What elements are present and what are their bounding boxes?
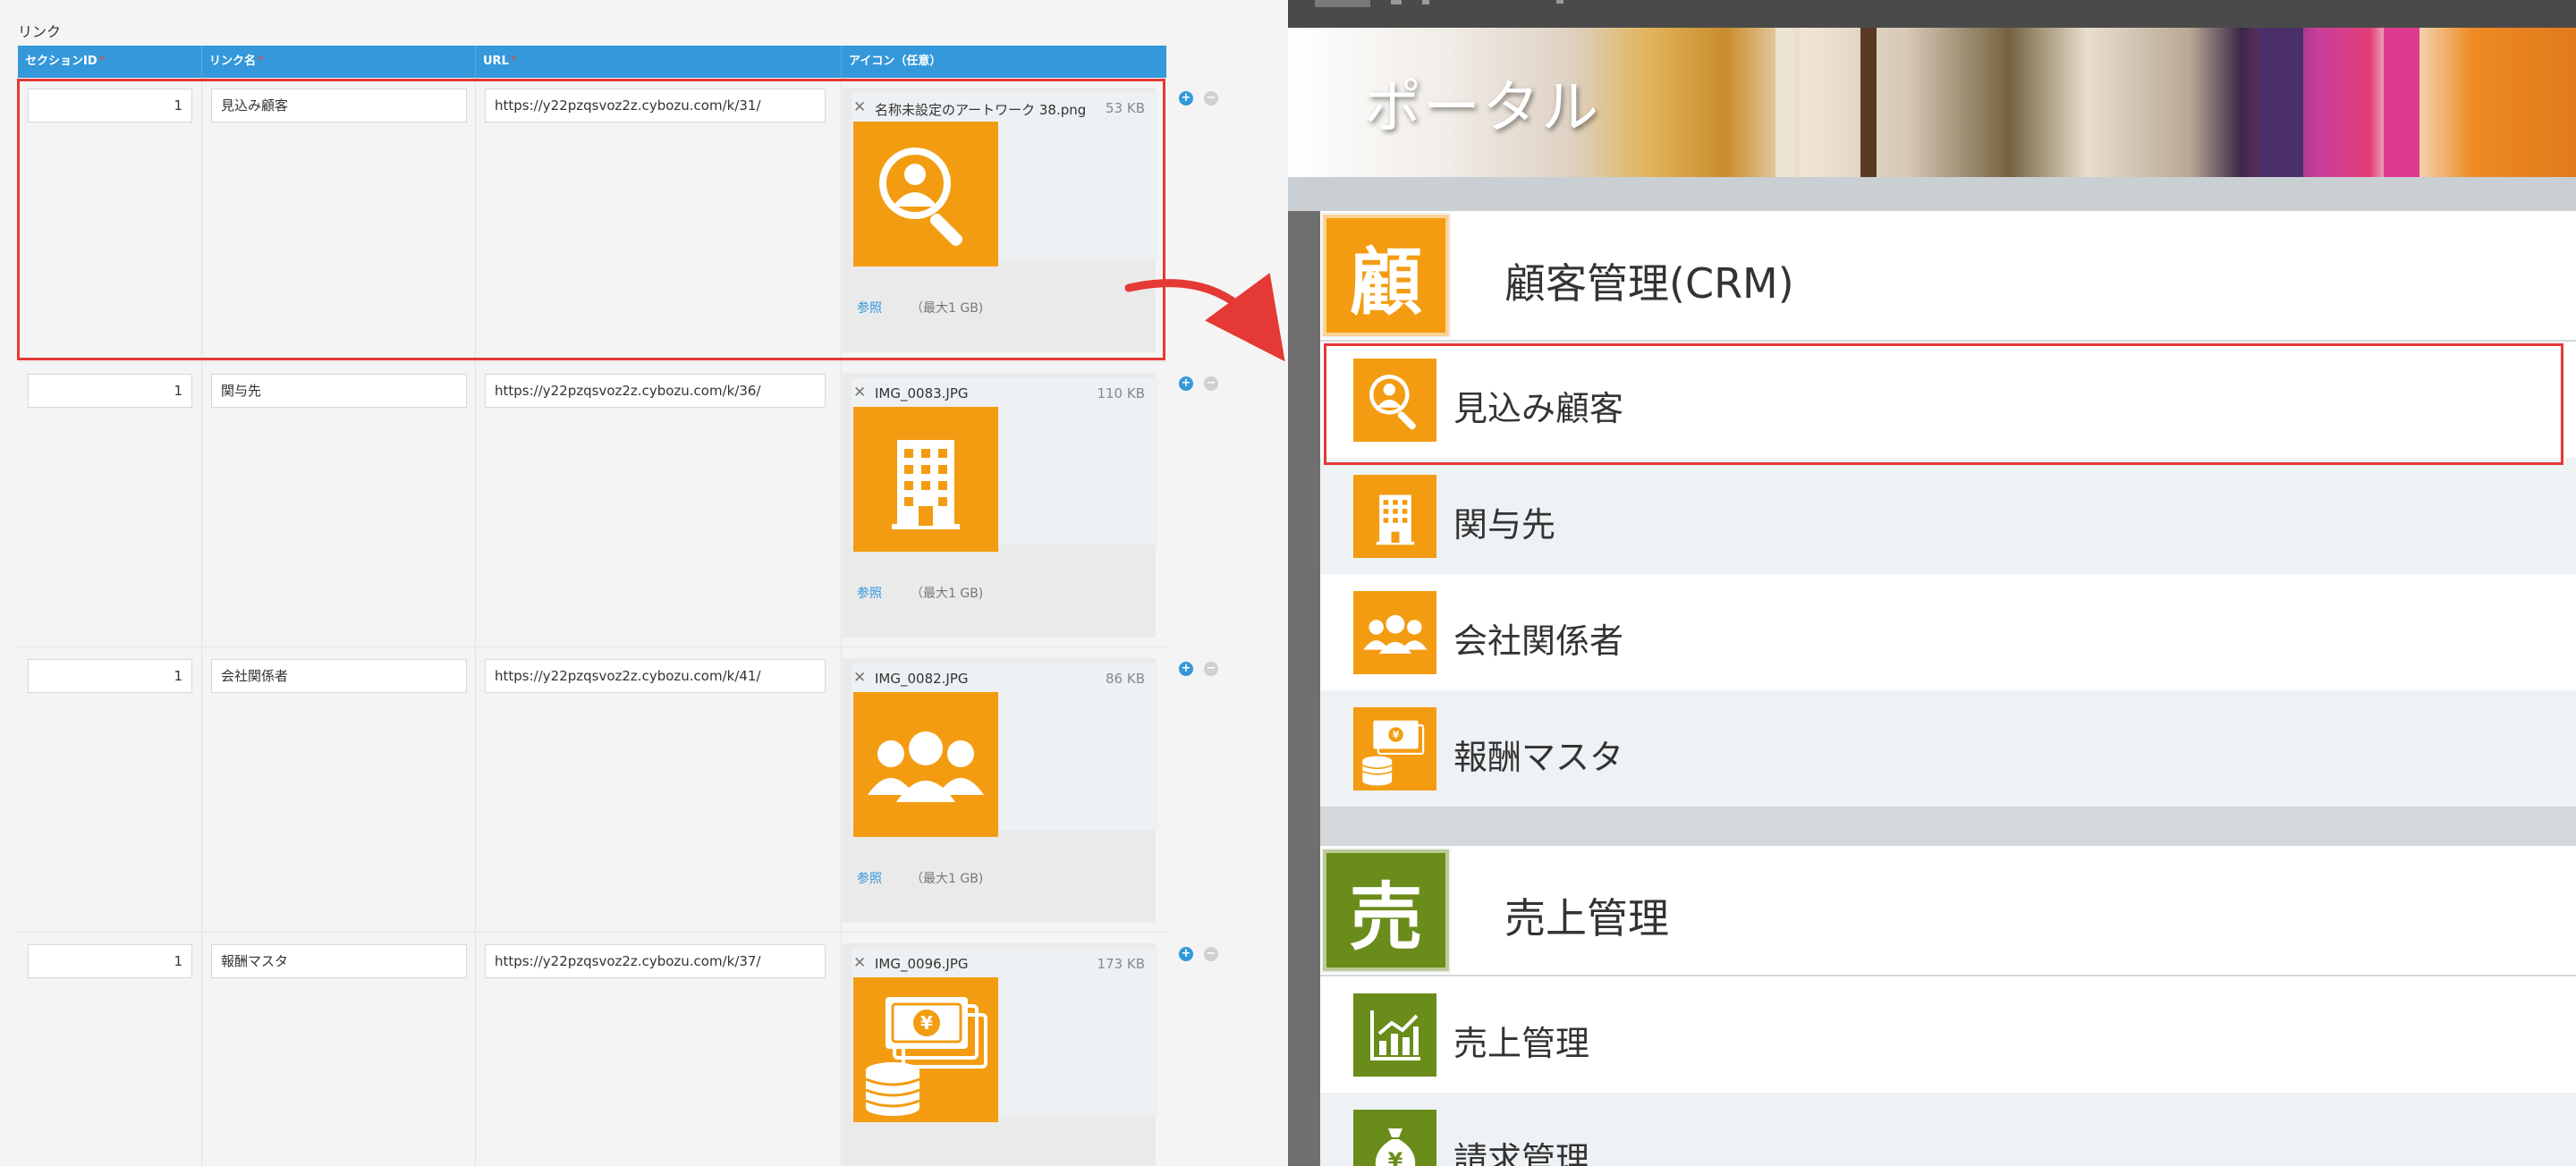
file-size: 173 KB	[1097, 956, 1145, 972]
link-name-input[interactable]: 関与先	[211, 374, 467, 408]
portal-link-label: 会社関係者	[1453, 621, 1624, 661]
kintone-form-panel: リンク セクションID * リンク名 * URL * アイコン（任意） 1 見込み顧客…	[0, 0, 1288, 1166]
portal-title: ポータル	[1364, 75, 1600, 141]
category-title: 売上管理	[1504, 894, 1669, 942]
add-row-button[interactable]: +	[1179, 91, 1193, 106]
column-header-icon: アイコン（任意）	[849, 55, 942, 68]
portal-panel: ポータル 顧 顧客管理(CRM) 見込み顧客 関与先 会社関係者 ¥ 報酬マスタ…	[1288, 0, 2576, 1166]
remove-file-icon[interactable]: ✕	[853, 954, 866, 972]
table-row: 1 見込み顧客 https://y22pzqsvoz2z.cybozu.com/…	[18, 78, 1166, 362]
portal-link-item[interactable]: 会社関係者	[1320, 574, 2576, 690]
column-header-section-id: セクションID *	[18, 46, 202, 78]
svg-text:¥: ¥	[1387, 1148, 1402, 1166]
portal-link-item[interactable]: 関与先	[1320, 458, 2576, 574]
add-row-button[interactable]: +	[1179, 662, 1193, 676]
url-input[interactable]: https://y22pzqsvoz2z.cybozu.com/k/36/	[485, 374, 826, 408]
yen-money-icon: ¥	[853, 977, 998, 1122]
column-header-link-name: リンク名 *	[202, 46, 476, 78]
url-input[interactable]: https://y22pzqsvoz2z.cybozu.com/k/31/	[485, 89, 826, 123]
remove-file-icon[interactable]: ✕	[853, 669, 866, 687]
section-label: リンク	[18, 23, 62, 40]
svg-text:¥: ¥	[1392, 729, 1399, 740]
banner-image: ポータル	[1288, 28, 2576, 177]
browse-link[interactable]: 参照	[857, 869, 882, 887]
portal-link-item[interactable]: ¥ 報酬マスタ	[1320, 690, 2576, 807]
building-icon	[853, 407, 998, 552]
portal-content: 顧 顧客管理(CRM) 見込み顧客 関与先 会社関係者 ¥ 報酬マスタ 売 売上…	[1320, 211, 2576, 1166]
file-size: 53 KB	[1106, 100, 1145, 116]
chart-icon	[1353, 993, 1436, 1077]
link-name-input[interactable]: 見込み顧客	[211, 89, 467, 123]
portal-link-item[interactable]: ¥ 請求管理	[1320, 1093, 2576, 1166]
section-id-input[interactable]: 1	[28, 659, 192, 693]
file-name[interactable]: IMG_0083.JPG	[875, 385, 969, 401]
people-group-icon	[1353, 591, 1436, 674]
browse-link[interactable]: 参照	[857, 299, 882, 317]
link-name-input[interactable]: 会社関係者	[211, 659, 467, 693]
link-name-input[interactable]: 報酬マスタ	[211, 944, 467, 978]
file-name[interactable]: 名称未設定のアートワーク 38.png	[875, 100, 1086, 119]
category-badge: 顧	[1321, 213, 1451, 338]
portal-link-label: 請求管理	[1453, 1140, 1590, 1166]
category-title: 顧客管理(CRM)	[1504, 259, 1794, 308]
search-person-icon	[1353, 359, 1436, 442]
max-size-note: （最大1 GB)	[911, 301, 984, 316]
portal-link-label: 見込み顧客	[1453, 389, 1624, 428]
category-header: 顧 顧客管理(CRM)	[1320, 211, 2576, 340]
section-id-input[interactable]: 1	[28, 89, 192, 123]
url-input[interactable]: https://y22pzqsvoz2z.cybozu.com/k/41/	[485, 659, 826, 693]
section-id-input[interactable]: 1	[28, 944, 192, 978]
category-header: 売 売上管理	[1320, 846, 2576, 975]
category-badge: 売	[1321, 848, 1451, 973]
file-name[interactable]: IMG_0082.JPG	[875, 671, 969, 687]
table-row: 1 報酬マスタ https://y22pzqsvoz2z.cybozu.com/…	[18, 934, 1166, 1166]
section-id-input[interactable]: 1	[28, 374, 192, 408]
file-attachment: ✕ 名称未設定のアートワーク 38.png 53 KB 参照 （最大1 GB)	[843, 88, 1158, 352]
file-size: 110 KB	[1097, 385, 1145, 401]
file-attachment: ✕ IMG_0083.JPG 110 KB 参照 （最大1 GB)	[843, 373, 1158, 638]
people-group-icon	[853, 692, 998, 837]
browse-link[interactable]: 参照	[857, 584, 882, 602]
portal-link-item[interactable]: 見込み顧客	[1320, 342, 2576, 458]
portal-link-label: 関与先	[1453, 505, 1556, 545]
remove-row-button[interactable]: −	[1204, 662, 1218, 676]
file-attachment: ✕ IMG_0082.JPG 86 KB 参照 （最大1 GB)	[843, 658, 1158, 923]
max-size-note: （最大1 GB)	[911, 872, 984, 886]
top-bar	[1288, 0, 2576, 28]
money-bag-icon: ¥	[1353, 1110, 1436, 1166]
svg-text:¥: ¥	[920, 1012, 933, 1034]
table-row: 1 関与先 https://y22pzqsvoz2z.cybozu.com/k/…	[18, 363, 1166, 647]
table-header: セクションID * リンク名 * URL * アイコン（任意）	[18, 46, 1166, 78]
table-row: 1 会社関係者 https://y22pzqsvoz2z.cybozu.com/…	[18, 648, 1166, 933]
add-row-button[interactable]: +	[1179, 947, 1193, 961]
portal-link-item[interactable]: 売上管理	[1320, 976, 2576, 1093]
column-header-url: URL *	[476, 46, 842, 78]
remove-row-button[interactable]: −	[1204, 947, 1218, 961]
portal-link-label: 報酬マスタ	[1453, 738, 1624, 777]
remove-file-icon[interactable]: ✕	[853, 98, 866, 116]
add-row-button[interactable]: +	[1179, 376, 1193, 391]
file-attachment: ✕ IMG_0096.JPG 173 KB ¥	[843, 943, 1158, 1166]
remove-file-icon[interactable]: ✕	[853, 384, 866, 401]
remove-row-button[interactable]: −	[1204, 376, 1218, 391]
building-icon	[1353, 475, 1436, 558]
max-size-note: （最大1 GB)	[911, 587, 984, 601]
url-input[interactable]: https://y22pzqsvoz2z.cybozu.com/k/37/	[485, 944, 826, 978]
remove-row-button[interactable]: −	[1204, 91, 1218, 106]
search-person-icon	[853, 122, 998, 266]
portal-link-label: 売上管理	[1453, 1024, 1590, 1063]
file-size: 86 KB	[1106, 671, 1145, 687]
yen-money-icon: ¥	[1353, 707, 1436, 790]
file-name[interactable]: IMG_0096.JPG	[875, 956, 969, 972]
